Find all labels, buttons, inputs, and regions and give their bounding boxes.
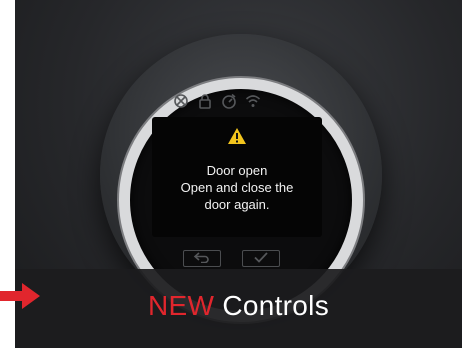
right-arrow-icon bbox=[0, 283, 40, 314]
alert-message: Door open Open and close the door again. bbox=[152, 162, 322, 213]
alert-message-line: Door open bbox=[206, 163, 268, 178]
caption-banner: NEW Controls bbox=[15, 269, 462, 348]
wifi-icon bbox=[245, 93, 261, 109]
lock-icon bbox=[197, 93, 213, 109]
alert-message-line: Open and close the bbox=[180, 180, 294, 195]
status-icon-row bbox=[173, 93, 261, 109]
banner-highlight: NEW bbox=[148, 290, 215, 321]
confirm-button[interactable] bbox=[242, 250, 280, 267]
banner-title: NEW Controls bbox=[15, 288, 462, 324]
back-arrow-icon bbox=[193, 250, 211, 268]
no-connection-icon bbox=[173, 93, 189, 109]
back-button[interactable] bbox=[183, 250, 221, 267]
timer-icon bbox=[221, 93, 237, 109]
banner-title-text: Controls bbox=[222, 290, 329, 321]
product-image: Door open Open and close the door again.… bbox=[15, 0, 462, 348]
checkmark-icon bbox=[252, 250, 270, 268]
device-display: Door open Open and close the door again. bbox=[152, 117, 322, 237]
warning-triangle-icon bbox=[227, 127, 247, 150]
alert-message-line: door again. bbox=[204, 197, 270, 212]
